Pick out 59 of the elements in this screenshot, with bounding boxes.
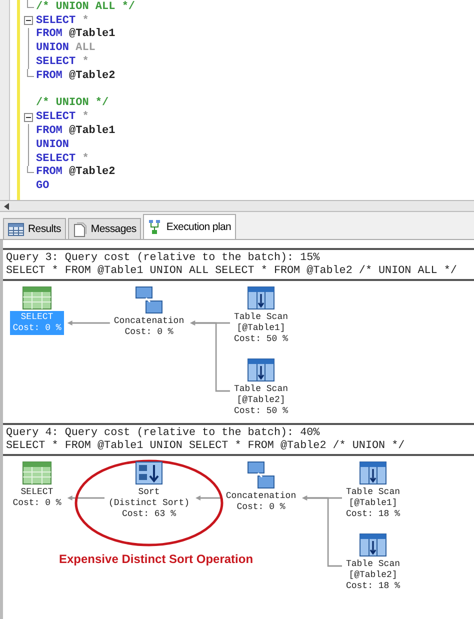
code-token: @Table1 [69, 28, 116, 40]
code-token: @Table2 [69, 70, 116, 82]
code-token: @Table2 [69, 166, 116, 178]
fold-end-line [27, 166, 34, 174]
code-token: /* UNION */ [36, 97, 109, 110]
operator-label[interactable]: Table Scan [@Table2] Cost: 18 % [342, 558, 403, 593]
collapse-icon[interactable] [24, 112, 32, 122]
query-statement-text: SELECT * FROM @Table1 UNION ALL SELECT * FROM @Table2 /* UNION ALL */ [6, 265, 458, 278]
table-scan-icon [358, 460, 388, 486]
code-token: FROM [36, 70, 62, 82]
code-token: * [82, 152, 89, 165]
document-icon [72, 222, 87, 236]
code-token: FROM [36, 28, 62, 40]
code-token: /* UNION ALL */ [36, 0, 136, 13]
code-token: FROM [36, 166, 62, 178]
query-cost-text: Query 3: Query cost (relative to the batch): 15% [6, 252, 321, 265]
annotation-text: Expensive Distinct Sort Operation [59, 552, 254, 566]
code-token: SELECT [36, 152, 76, 165]
code-token: SELECT [36, 14, 76, 27]
table-scan-icon [358, 532, 388, 558]
connector-arrow [67, 320, 110, 326]
fold-end-line [27, 0, 34, 8]
operator-label[interactable]: Concatenation Cost: 0 % [222, 490, 300, 514]
fold-end-line [27, 68, 34, 77]
code-token: SELECT [36, 111, 76, 124]
result-grid-icon [22, 285, 52, 311]
scroll-left-icon[interactable] [4, 202, 10, 210]
code-token: SELECT [36, 56, 76, 68]
code-token: ALL [76, 42, 96, 54]
table-scan-icon [246, 357, 276, 383]
query-statement-text: SELECT * FROM @Table1 UNION SELECT * FROM @Table2 /* UNION */ [6, 440, 406, 453]
result-grid-icon [22, 460, 52, 486]
code-token: UNION [36, 42, 70, 54]
operator-label[interactable]: Table Scan [@Table1] Cost: 18 % [342, 486, 403, 521]
code-token: @Table1 [69, 125, 116, 138]
code-token: * [82, 14, 89, 27]
tab[interactable]: Messages [68, 218, 142, 239]
code-token: UNION [36, 138, 70, 151]
tab[interactable]: Execution plan [143, 214, 236, 239]
code-token: * [82, 56, 89, 68]
operator-label[interactable]: Table Scan [@Table2] Cost: 50 % [230, 383, 291, 418]
grid-icon [8, 222, 24, 236]
merge-icon [246, 460, 276, 490]
merge-icon [134, 285, 164, 315]
connector-arrow [67, 496, 104, 500]
sort-icon [134, 460, 164, 486]
collapse-icon[interactable] [24, 16, 32, 26]
operator-label[interactable]: Concatenation Cost: 0 % [110, 315, 188, 339]
code-token: GO [36, 180, 50, 192]
operator-label[interactable]: SELECT Cost: 0 % [10, 486, 64, 510]
horizontal-scrollbar[interactable] [0, 200, 474, 212]
table-scan-icon [246, 285, 276, 311]
tab[interactable]: Results [3, 218, 66, 239]
query-cost-text: Query 4: Query cost (relative to the batch): 40% [6, 427, 321, 440]
operator-label[interactable]: Table Scan [@Table1] Cost: 50 % [230, 311, 291, 346]
code-token: FROM [36, 125, 62, 138]
connector-arrow [196, 496, 222, 500]
code-token: * [82, 111, 89, 124]
plan-icon [148, 219, 162, 235]
